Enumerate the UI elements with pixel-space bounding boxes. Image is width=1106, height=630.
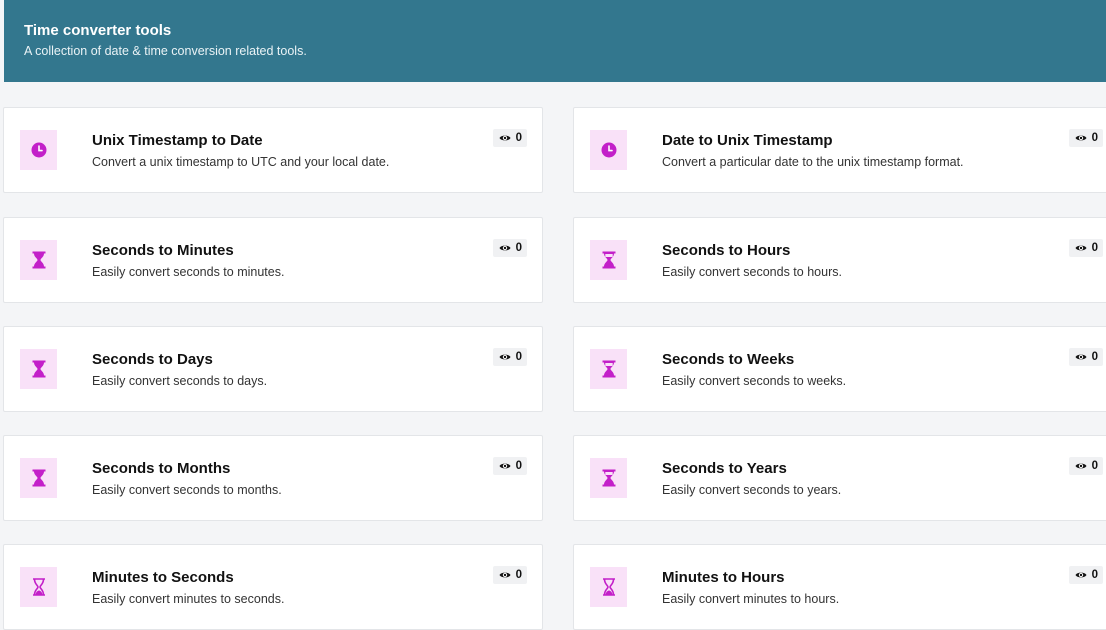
tool-description: Easily convert seconds to weeks. [662, 374, 847, 388]
view-count-badge: 0 [1068, 348, 1103, 366]
eye-icon [1075, 245, 1087, 251]
tool-description: Easily convert minutes to seconds. [92, 592, 285, 606]
view-count: 0 [1091, 132, 1098, 144]
tool-description: Convert a particular date to the unix ti… [662, 155, 964, 169]
hourglass-icon [20, 458, 57, 498]
tool-card[interactable]: Seconds to Minutes Easily convert second… [3, 217, 543, 303]
tool-title: Seconds to Hours [662, 242, 791, 259]
eye-icon [499, 463, 511, 469]
tool-description: Easily convert seconds to days. [92, 374, 268, 388]
tool-description: Easily convert seconds to hours. [662, 265, 842, 279]
view-count: 0 [515, 242, 522, 254]
tool-card[interactable]: Seconds to Months Easily convert seconds… [3, 435, 543, 521]
tool-description: Easily convert seconds to minutes. [92, 265, 285, 279]
eye-icon [499, 245, 511, 251]
tool-card[interactable]: Date to Unix Timestamp Convert a particu… [573, 107, 1106, 193]
hourglass-icon [590, 458, 627, 498]
view-count: 0 [515, 460, 522, 472]
hourglass-outline-icon [590, 567, 627, 607]
hourglass-icon [20, 240, 57, 280]
tool-title: Seconds to Years [662, 460, 787, 477]
tool-title: Date to Unix Timestamp [662, 132, 833, 149]
view-count-badge: 0 [1068, 129, 1103, 147]
view-count-badge: 0 [492, 129, 527, 147]
view-count: 0 [1091, 460, 1098, 472]
page-title: Time converter tools [24, 22, 172, 39]
hourglass-icon [590, 240, 627, 280]
view-count-badge: 0 [492, 457, 527, 475]
tool-title: Seconds to Days [92, 351, 213, 368]
tool-title: Minutes to Seconds [92, 569, 234, 586]
clock-icon [20, 130, 57, 170]
hourglass-outline-icon [20, 567, 57, 607]
eye-icon [1075, 354, 1087, 360]
tool-card[interactable]: Seconds to Days Easily convert seconds t… [3, 326, 543, 412]
eye-icon [1075, 463, 1087, 469]
tool-card[interactable]: Seconds to Weeks Easily convert seconds … [573, 326, 1106, 412]
view-count: 0 [1091, 569, 1098, 581]
view-count: 0 [1091, 351, 1098, 363]
eye-icon [499, 572, 511, 578]
view-count-badge: 0 [1068, 566, 1103, 584]
tool-description: Easily convert minutes to hours. [662, 592, 840, 606]
view-count: 0 [515, 569, 522, 581]
view-count-badge: 0 [1068, 239, 1103, 257]
page-subtitle: A collection of date & time conversion r… [24, 44, 307, 58]
view-count: 0 [515, 132, 522, 144]
tool-card[interactable]: Seconds to Hours Easily convert seconds … [573, 217, 1106, 303]
tool-title: Seconds to Weeks [662, 351, 795, 368]
tool-description: Convert a unix timestamp to UTC and your… [92, 155, 390, 169]
clock-icon [590, 130, 627, 170]
tool-title: Minutes to Hours [662, 569, 785, 586]
tool-title: Seconds to Months [92, 460, 231, 477]
eye-icon [1075, 572, 1087, 578]
view-count: 0 [515, 351, 522, 363]
tool-card[interactable]: Minutes to Seconds Easily convert minute… [3, 544, 543, 630]
tool-description: Easily convert seconds to years. [662, 483, 842, 497]
tool-card[interactable]: Seconds to Years Easily convert seconds … [573, 435, 1106, 521]
eye-icon [499, 135, 511, 141]
tool-title: Unix Timestamp to Date [92, 132, 263, 149]
tool-title: Seconds to Minutes [92, 242, 234, 259]
view-count: 0 [1091, 242, 1098, 254]
view-count-badge: 0 [492, 566, 527, 584]
tool-card[interactable]: Unix Timestamp to Date Convert a unix ti… [3, 107, 543, 193]
eye-icon [499, 354, 511, 360]
view-count-badge: 0 [1068, 457, 1103, 475]
view-count-badge: 0 [492, 348, 527, 366]
page-header: Time converter tools A collection of dat… [4, 0, 1106, 82]
hourglass-icon [590, 349, 627, 389]
view-count-badge: 0 [492, 239, 527, 257]
tool-card[interactable]: Minutes to Hours Easily convert minutes … [573, 544, 1106, 630]
eye-icon [1075, 135, 1087, 141]
tool-description: Easily convert seconds to months. [92, 483, 282, 497]
hourglass-icon [20, 349, 57, 389]
